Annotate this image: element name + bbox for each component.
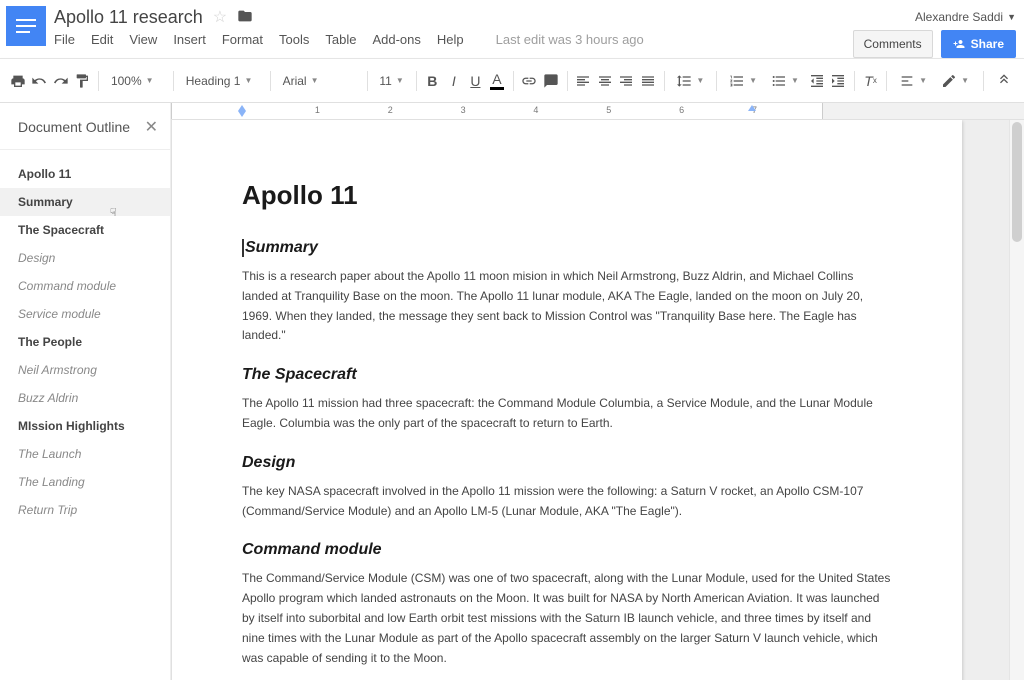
align-left-icon[interactable] [573, 69, 593, 93]
outline-title: Document Outline [18, 119, 130, 135]
editing-mode-icon[interactable]: ▼ [935, 69, 975, 93]
outline-item[interactable]: The Landing [0, 468, 170, 496]
doc-heading[interactable]: Command module [242, 541, 892, 559]
outline-item[interactable]: Service module [0, 300, 170, 328]
outline-item[interactable]: Apollo 11 [0, 160, 170, 188]
line-spacing-icon[interactable]: ▼ [670, 69, 710, 93]
print-icon[interactable] [8, 69, 28, 93]
bullet-list-icon[interactable]: ▼ [765, 69, 805, 93]
last-edit-status: Last edit was 3 hours ago [496, 32, 644, 47]
outline-item[interactable]: Command module [0, 272, 170, 300]
menu-addons[interactable]: Add-ons [372, 32, 420, 47]
docs-logo-icon[interactable] [6, 6, 46, 46]
doc-heading-title[interactable]: Apollo 11 [242, 180, 892, 211]
title-bar: Apollo 11 research ☆ File Edit View Inse… [0, 0, 1024, 58]
collapse-toolbar-icon[interactable] [992, 69, 1016, 93]
account-caret-icon[interactable]: ▼ [1007, 12, 1016, 22]
toolbar: 100%▼ Heading 1▼ Arial▼ 11▼ B I U A ▼ ▼ … [0, 58, 1024, 103]
text-color-icon[interactable]: A [487, 69, 507, 93]
indent-increase-icon[interactable] [828, 69, 848, 93]
doc-paragraph[interactable]: This is a research paper about the Apoll… [242, 267, 892, 346]
menu-bar: File Edit View Insert Format Tools Table… [54, 32, 853, 47]
outline-item[interactable]: The Launch [0, 440, 170, 468]
style-dropdown[interactable]: Heading 1▼ [180, 69, 264, 93]
menu-tools[interactable]: Tools [279, 32, 309, 47]
outline-item[interactable]: The People [0, 328, 170, 356]
indent-decrease-icon[interactable] [807, 69, 827, 93]
font-size-value: 11 [379, 74, 391, 88]
menu-insert[interactable]: Insert [173, 32, 206, 47]
paint-format-icon[interactable] [73, 69, 93, 93]
numbered-list-icon[interactable]: ▼ [723, 69, 763, 93]
doc-paragraph[interactable]: The Apollo 11 mission had three spacecra… [242, 394, 892, 434]
undo-icon[interactable] [30, 69, 50, 93]
comment-icon[interactable] [541, 69, 561, 93]
doc-paragraph[interactable]: The key NASA spacecraft involved in the … [242, 482, 892, 522]
doc-paragraph[interactable]: The Command/Service Module (CSM) was one… [242, 569, 892, 668]
doc-heading[interactable]: Design [242, 454, 892, 472]
document-page[interactable]: Apollo 11 Summary This is a research pape… [172, 120, 962, 680]
document-outline-panel: Document Outline ✕ Apollo 11SummaryThe S… [0, 103, 171, 680]
link-icon[interactable] [520, 69, 540, 93]
italic-icon[interactable]: I [444, 69, 464, 93]
input-tools-icon[interactable]: ▼ [893, 69, 933, 93]
menu-format[interactable]: Format [222, 32, 263, 47]
outline-item[interactable]: Design [0, 244, 170, 272]
horizontal-ruler[interactable]: 1234567 [171, 103, 1024, 120]
underline-icon[interactable]: U [466, 69, 486, 93]
font-dropdown[interactable]: Arial▼ [277, 69, 361, 93]
doc-heading[interactable]: Summary [242, 239, 892, 257]
align-right-icon[interactable] [616, 69, 636, 93]
account-name[interactable]: Alexandre Saddi [915, 10, 1003, 24]
clear-formatting-icon[interactable]: Tx [861, 69, 881, 93]
outline-item[interactable]: Summary [0, 188, 170, 216]
person-add-icon [953, 38, 965, 50]
outline-item[interactable]: The Spacecraft [0, 216, 170, 244]
menu-help[interactable]: Help [437, 32, 464, 47]
document-title[interactable]: Apollo 11 research [54, 7, 203, 28]
outline-item[interactable]: MIssion Highlights [0, 412, 170, 440]
scrollbar-thumb[interactable] [1012, 122, 1022, 242]
comments-button[interactable]: Comments [853, 30, 933, 58]
style-value: Heading 1 [186, 74, 241, 88]
folder-icon[interactable] [237, 8, 253, 27]
zoom-value: 100% [111, 74, 142, 88]
align-justify-icon[interactable] [638, 69, 658, 93]
close-outline-icon[interactable]: ✕ [145, 117, 158, 137]
document-canvas[interactable]: Apollo 11 Summary This is a research pape… [171, 120, 1024, 680]
bold-icon[interactable]: B [423, 69, 443, 93]
font-size-dropdown[interactable]: 11▼ [373, 69, 409, 93]
menu-file[interactable]: File [54, 32, 75, 47]
outline-item[interactable]: Neil Armstrong [0, 356, 170, 384]
doc-heading[interactable]: The Spacecraft [242, 366, 892, 384]
vertical-scrollbar[interactable] [1009, 120, 1024, 680]
menu-table[interactable]: Table [325, 32, 356, 47]
share-button[interactable]: Share [941, 30, 1016, 58]
share-label: Share [971, 37, 1004, 51]
zoom-dropdown[interactable]: 100%▼ [105, 69, 167, 93]
align-center-icon[interactable] [595, 69, 615, 93]
outline-item[interactable]: Return Trip [0, 496, 170, 524]
menu-edit[interactable]: Edit [91, 32, 113, 47]
menu-view[interactable]: View [129, 32, 157, 47]
outline-item[interactable]: Buzz Aldrin [0, 384, 170, 412]
star-icon[interactable]: ☆ [213, 7, 227, 27]
font-value: Arial [283, 74, 307, 88]
redo-icon[interactable] [51, 69, 71, 93]
